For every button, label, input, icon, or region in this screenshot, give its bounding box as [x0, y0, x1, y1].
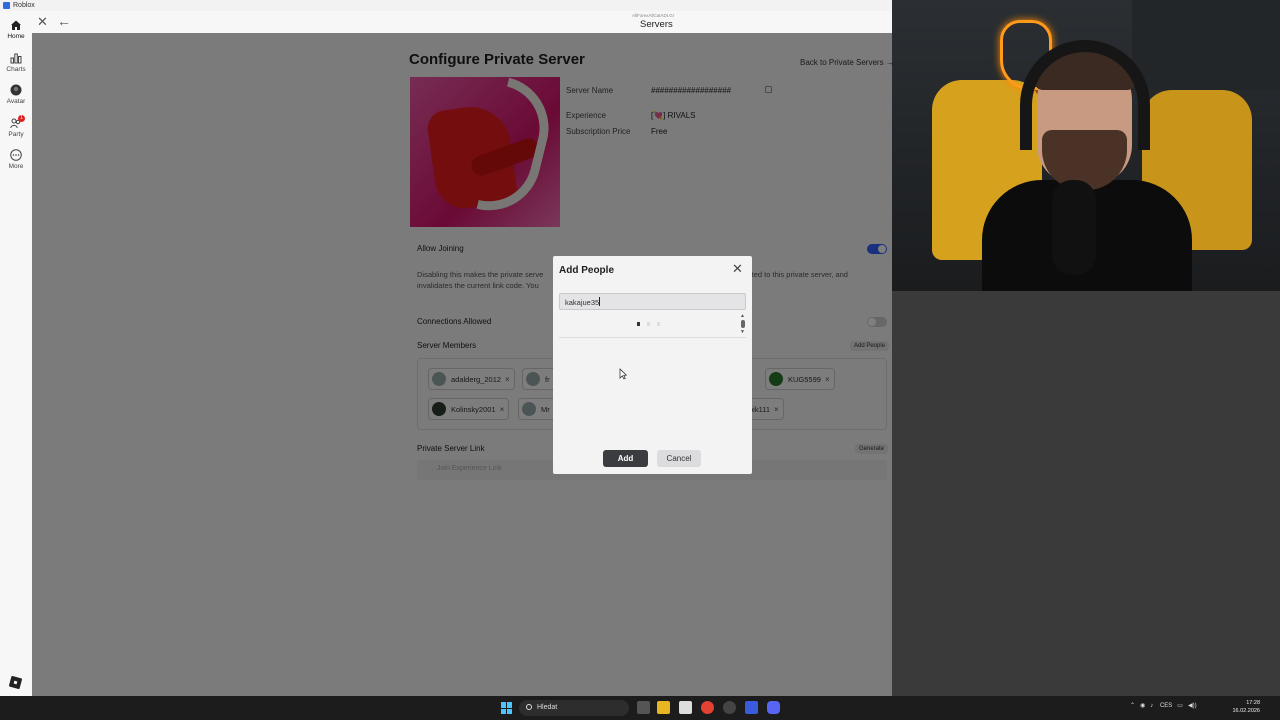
nav-more-label: More: [8, 163, 24, 170]
cancel-button[interactable]: Cancel: [657, 450, 701, 467]
screen: Roblox Home Charts Avatar 1 Party More ✕…: [0, 0, 1280, 720]
top-bar: ✕ ← AllForexAllCatADI.Gr Servers: [32, 11, 892, 33]
header-subtitle: AllForexAllCatADI.Gr: [632, 13, 675, 18]
charts-icon: [10, 53, 22, 64]
language-indicator[interactable]: CES: [1160, 703, 1172, 709]
window-titlebar: Roblox: [0, 0, 892, 11]
more-icon: [10, 149, 22, 161]
system-tray[interactable]: ⌃ ◉ ♪ CES ▭ ◀)): [1130, 702, 1197, 709]
search-icon: [526, 704, 532, 710]
avatar-icon: [10, 84, 22, 96]
taskbar-clock[interactable]: 17:28 16.02.2026: [1228, 699, 1260, 715]
mouse-cursor-icon: [619, 368, 627, 380]
dialog-close-icon[interactable]: ✕: [732, 261, 743, 277]
search-input-value: kakajue35: [565, 298, 600, 307]
webcam-overlay: [892, 0, 1280, 291]
clock-time: 17:28: [1246, 700, 1260, 706]
add-people-dialog: Add People ✕ kakajue35 ▲ ▼ Add Cancel: [553, 256, 752, 474]
roblox-logo-icon[interactable]: [8, 675, 23, 690]
search-results: ▲ ▼: [559, 313, 746, 338]
nav-home-label: Home: [7, 33, 25, 40]
nav-party[interactable]: 1 Party: [0, 115, 32, 138]
dialog-title: Add People: [559, 265, 615, 276]
party-badge: 1: [18, 115, 25, 122]
roblox-window: Roblox Home Charts Avatar 1 Party More ✕…: [0, 0, 892, 696]
back-arrow-icon[interactable]: ←: [57, 13, 71, 29]
loading-indicator: [637, 322, 660, 326]
store-icon[interactable]: [679, 701, 692, 714]
home-icon: [11, 20, 21, 30]
text-caret: [599, 297, 601, 306]
discord-icon[interactable]: [767, 701, 780, 714]
file-explorer-icon[interactable]: [657, 701, 670, 714]
task-view-icon[interactable]: [637, 701, 650, 714]
microphone: [1052, 180, 1096, 275]
left-nav: Home Charts Avatar 1 Party More: [0, 11, 32, 696]
windows-taskbar: Hledat ⌃ ◉ ♪ CES ▭ ◀)) 17:28 16.02.2026: [0, 696, 1280, 720]
roblox-app-icon: [3, 2, 10, 9]
clock-date: 16.02.2026: [1232, 708, 1260, 714]
taskbar-search[interactable]: Hledat: [519, 700, 629, 716]
nav-charts[interactable]: Charts: [0, 52, 32, 73]
windows-start-icon[interactable]: [501, 702, 513, 714]
add-button[interactable]: Add: [603, 450, 648, 467]
nav-more[interactable]: More: [0, 149, 32, 170]
add-people-search-input[interactable]: kakajue35: [559, 293, 746, 310]
webcam-shelf: [1132, 0, 1280, 90]
window-title: Roblox: [13, 2, 35, 9]
nav-party-label: Party: [8, 131, 24, 138]
nav-charts-label: Charts: [6, 66, 26, 73]
app-icon[interactable]: [723, 701, 736, 714]
modal-overlay: [32, 33, 892, 696]
chrome-icon[interactable]: [701, 701, 714, 714]
nav-home[interactable]: Home: [0, 19, 32, 40]
roblox-taskbar-icon[interactable]: [745, 701, 758, 714]
background-area: [892, 291, 1280, 696]
nav-avatar-label: Avatar: [6, 98, 26, 105]
nav-avatar[interactable]: Avatar: [0, 84, 32, 105]
close-icon[interactable]: ✕: [37, 14, 48, 30]
header-title: Servers: [640, 19, 673, 30]
results-scrollbar[interactable]: ▲ ▼: [740, 313, 745, 335]
taskbar-search-text: Hledat: [537, 704, 558, 711]
